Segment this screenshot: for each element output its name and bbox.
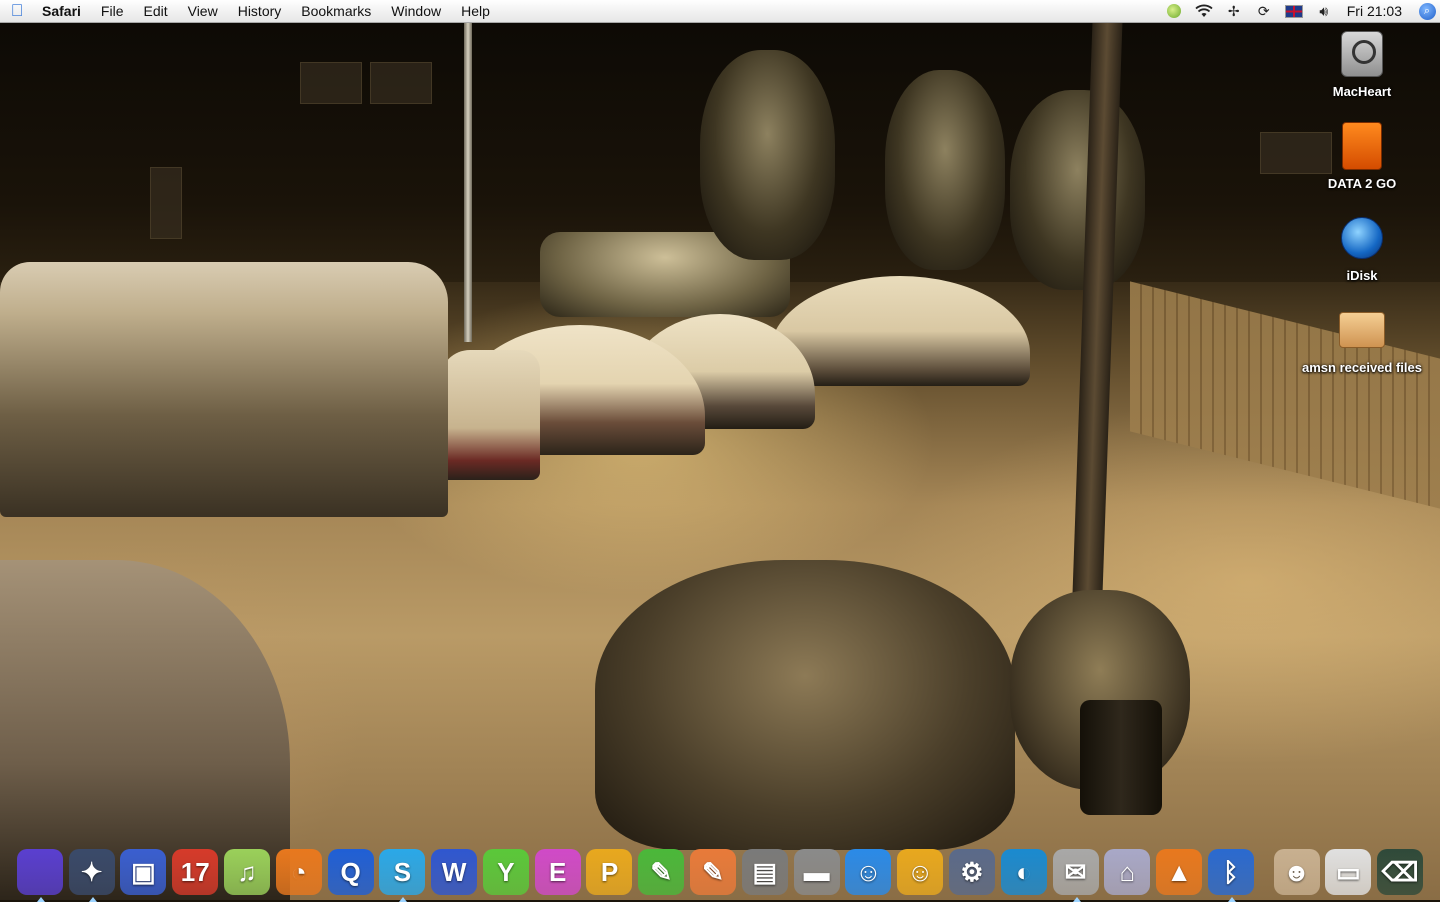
dock-item-printer[interactable]: ▬: [791, 844, 843, 900]
sync-icon[interactable]: ⟳: [1249, 0, 1279, 22]
wallpaper-bush: [595, 560, 1015, 850]
desktop-icon-idisk[interactable]: iDisk: [1297, 214, 1427, 283]
trash-icon: ⌫: [1377, 849, 1424, 895]
menu-bookmarks[interactable]: Bookmarks: [291, 0, 381, 22]
app-menu[interactable]: Safari: [34, 0, 91, 22]
dock-item-mail-tool[interactable]: ✉: [1050, 844, 1102, 902]
orange-pen-icon: ✎: [690, 849, 737, 895]
dock-item-finder[interactable]: [14, 844, 66, 902]
wallpaper-bin: [1080, 700, 1162, 815]
preview-icon: ▣: [120, 849, 167, 895]
dock-item-ical[interactable]: 17: [169, 844, 221, 900]
menu-extras: ✢ ⟳ 🔊︎ Fri 21:03 ⌕: [1159, 0, 1440, 22]
usb-drive-icon: [1338, 122, 1386, 170]
wallpaper-tree: [700, 50, 835, 260]
dock: ✦ ▣ 17 ♫ ◔ Q S W Y E P ✎ ✎ ▤ ▬ ☺ ☺ ⚙ ◐ ✉ ⌂ ▲ ᛒ ☻ ▭ ⌫: [14, 838, 1426, 902]
mail-tool-icon: ✉: [1052, 849, 1099, 895]
wallpaper-tree: [885, 70, 1005, 270]
dock-item-green-pen[interactable]: ✎: [635, 844, 687, 900]
msn-icon[interactable]: [1159, 0, 1189, 22]
letter-p-icon: P: [586, 849, 633, 895]
dock-item-trash[interactable]: ⌫: [1374, 844, 1426, 900]
system-prefs-icon: ▤: [741, 849, 788, 895]
wallpaper-window: [150, 167, 182, 239]
wifi-icon[interactable]: [1189, 0, 1219, 22]
photo-thumbnail-icon: ☻: [1273, 849, 1320, 895]
letter-w-icon: W: [431, 849, 478, 895]
desktop-icon-label: MacHeart: [1332, 84, 1392, 99]
menu-history[interactable]: History: [228, 0, 292, 22]
letter-e-icon: E: [534, 849, 581, 895]
utility-icon: ⚙: [948, 849, 995, 895]
dock-item-preview[interactable]: ▣: [118, 844, 170, 900]
vlc-icon: ▲: [1156, 849, 1203, 895]
volume-icon[interactable]: 🔊︎: [1309, 0, 1339, 22]
dock-item-letter-p[interactable]: P: [584, 844, 636, 900]
bluetooth-status-icon[interactable]: ✢: [1219, 0, 1249, 22]
dock-item-orange-pen[interactable]: ✎: [687, 844, 739, 900]
firefox-icon: ◔: [275, 849, 322, 895]
menu-help[interactable]: Help: [451, 0, 500, 22]
dock-item-home-tool[interactable]: ⌂: [1101, 844, 1153, 900]
safari-icon: ✦: [68, 849, 115, 895]
wallpaper-lamppost: [464, 22, 472, 342]
input-flag-icon[interactable]: [1279, 0, 1309, 22]
dock-item-letter-w[interactable]: W: [428, 844, 480, 900]
dock-item-widget[interactable]: ◐: [998, 844, 1050, 900]
dock-item-safari[interactable]: ✦: [66, 844, 118, 902]
dock-item-messenger-1[interactable]: ☺: [843, 844, 895, 900]
wallpaper-window: [370, 62, 432, 104]
idisk-globe-icon: [1338, 214, 1386, 262]
menu-file[interactable]: File: [91, 0, 134, 22]
wallpaper-van: [0, 262, 448, 517]
quicktime-icon: Q: [327, 849, 374, 895]
dock-item-skype[interactable]: S: [376, 844, 428, 902]
desktop-icon-data-2-go[interactable]: DATA 2 GO: [1297, 122, 1427, 191]
dock-item-photo-thumbnail[interactable]: ☻: [1271, 844, 1323, 900]
messenger-2-icon: ☺: [897, 849, 944, 895]
wallpaper-tree: [1010, 90, 1145, 290]
widget-icon: ◐: [1000, 849, 1047, 895]
dock-item-letter-y[interactable]: Y: [480, 844, 532, 900]
desktop-icon-amsn-received-files[interactable]: amsn received files: [1297, 306, 1427, 375]
dock-item-messenger-2[interactable]: ☺: [894, 844, 946, 900]
dock-item-firefox[interactable]: ◔: [273, 844, 325, 900]
dock-item-vlc[interactable]: ▲: [1153, 844, 1205, 900]
dock-item-utility[interactable]: ⚙: [946, 844, 998, 900]
green-pen-icon: ✎: [638, 849, 685, 895]
apple-menu-icon[interactable]: : [0, 1, 34, 21]
menu-edit[interactable]: Edit: [133, 0, 177, 22]
desktop-icon-label: DATA 2 GO: [1327, 176, 1397, 191]
finder-icon: [16, 849, 63, 895]
spotlight-icon[interactable]: ⌕: [1414, 0, 1440, 22]
menu-clock[interactable]: Fri 21:03: [1339, 3, 1414, 19]
messenger-1-icon: ☺: [845, 849, 892, 895]
dock-item-itunes[interactable]: ♫: [221, 844, 273, 900]
menu-window[interactable]: Window: [381, 0, 451, 22]
hard-drive-icon: [1338, 30, 1386, 78]
dock-item-system-prefs[interactable]: ▤: [739, 844, 791, 900]
desktop-icon-macheart[interactable]: MacHeart: [1297, 30, 1427, 99]
wallpaper-window: [300, 62, 362, 104]
folder-icon: [1338, 306, 1386, 354]
window-minimized-icon: ▭: [1325, 849, 1372, 895]
bluetooth-icon: ᛒ: [1207, 849, 1254, 895]
menu-bar:  Safari File Edit View History Bookmark…: [0, 0, 1440, 23]
letter-y-icon: Y: [482, 849, 529, 895]
menu-view[interactable]: View: [178, 0, 228, 22]
dock-item-window-minimized[interactable]: ▭: [1322, 844, 1374, 900]
dock-item-letter-e[interactable]: E: [532, 844, 584, 900]
itunes-icon: ♫: [224, 849, 271, 895]
ical-icon: 17: [172, 849, 219, 895]
skype-icon: S: [379, 849, 426, 895]
desktop-icon-label: amsn received files: [1302, 360, 1422, 375]
home-tool-icon: ⌂: [1104, 849, 1151, 895]
dock-item-bluetooth[interactable]: ᛒ: [1205, 844, 1257, 902]
dock-item-quicktime[interactable]: Q: [325, 844, 377, 900]
printer-icon: ▬: [793, 849, 840, 895]
wallpaper-car: [440, 350, 540, 480]
desktop-icon-label: iDisk: [1346, 268, 1378, 283]
